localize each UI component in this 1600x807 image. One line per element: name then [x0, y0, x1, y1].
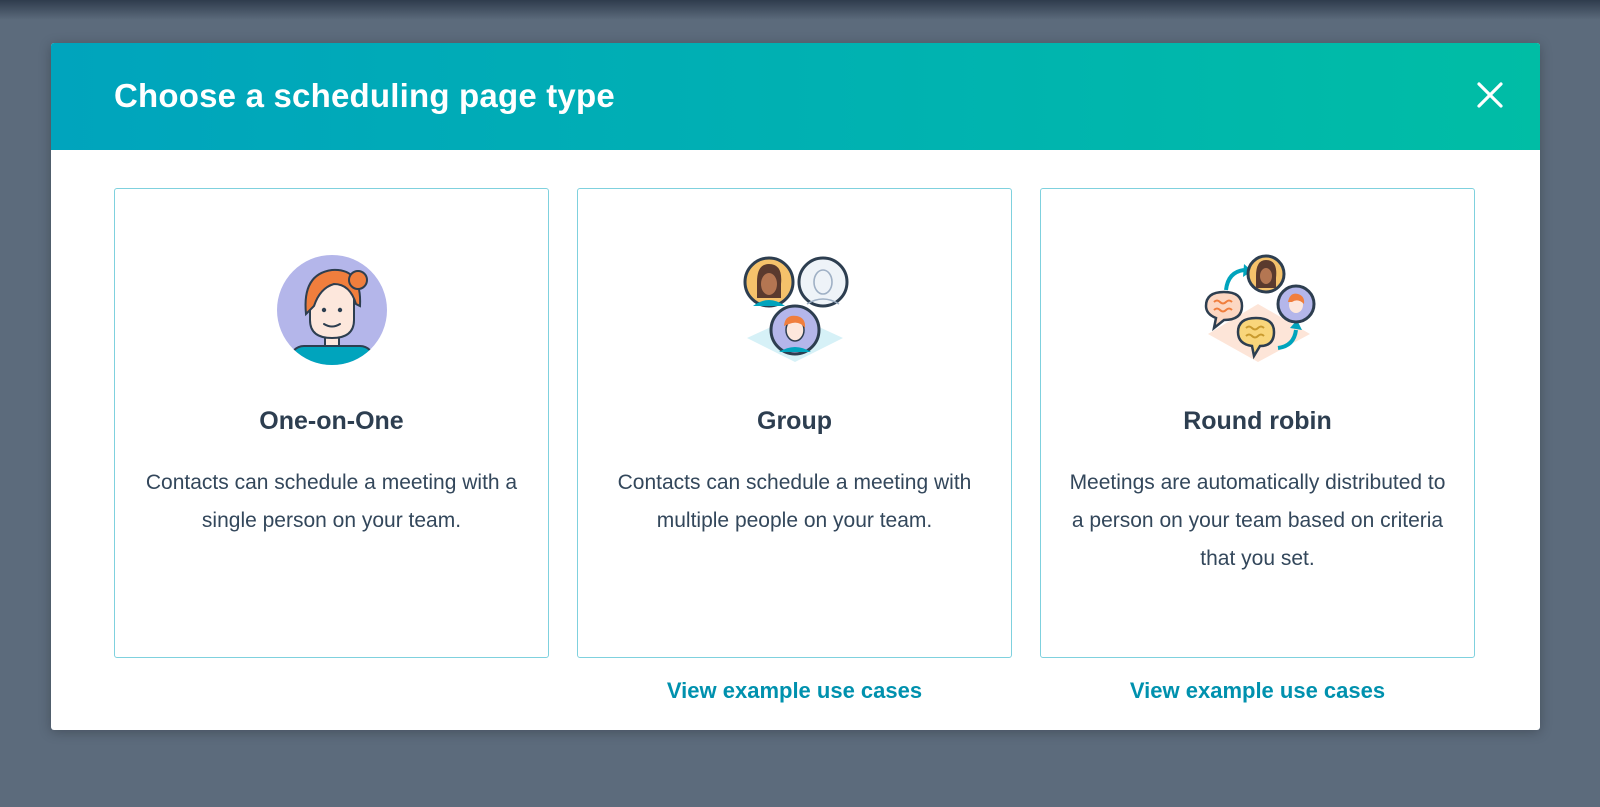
card-title: One-on-One: [259, 407, 404, 435]
modal-header: Choose a scheduling page type: [51, 43, 1540, 150]
single-person-illustration: [272, 251, 392, 369]
card-one-on-one[interactable]: One-on-One Contacts can schedule a meeti…: [114, 188, 549, 658]
group-people-illustration: [735, 251, 855, 369]
page-backdrop-shade: [0, 0, 1600, 20]
option-column-one-on-one: One-on-One Contacts can schedule a meeti…: [113, 188, 550, 704]
card-group[interactable]: Group Contacts can schedule a meeting wi…: [577, 188, 1012, 658]
card-description: Meetings are automatically distributed t…: [1069, 471, 1446, 570]
card-title: Round robin: [1183, 407, 1332, 435]
view-example-use-cases-link[interactable]: View example use cases: [667, 678, 922, 704]
page-type-options: One-on-One Contacts can schedule a meeti…: [113, 188, 1476, 704]
option-column-round-robin: Round robin Meetings are automatically d…: [1039, 188, 1476, 704]
card-title: Group: [757, 407, 832, 435]
scheduling-type-modal: Choose a scheduling page type One-on-One…: [51, 43, 1540, 730]
modal-title: Choose a scheduling page type: [114, 77, 615, 114]
close-icon: [1477, 82, 1503, 108]
close-button[interactable]: [1468, 73, 1512, 117]
card-round-robin[interactable]: Round robin Meetings are automatically d…: [1040, 188, 1475, 658]
view-example-use-cases-link[interactable]: View example use cases: [1130, 678, 1385, 704]
round-robin-illustration: [1198, 251, 1318, 369]
card-description: Contacts can schedule a meeting with mul…: [617, 471, 972, 532]
card-description: Contacts can schedule a meeting with a s…: [145, 471, 518, 532]
option-column-group: Group Contacts can schedule a meeting wi…: [576, 188, 1013, 704]
